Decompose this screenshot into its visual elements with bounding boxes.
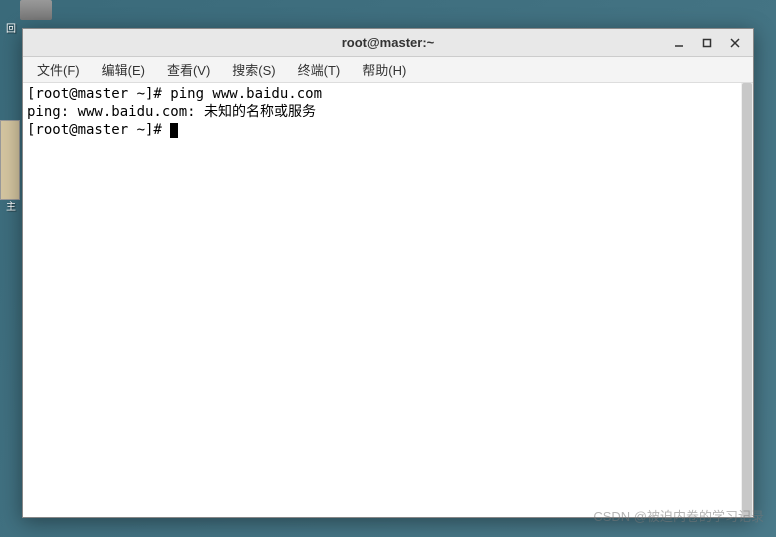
scrollbar-thumb[interactable] <box>742 83 752 517</box>
menu-terminal[interactable]: 终端(T) <box>288 57 351 82</box>
terminal-line: [root@master ~]# <box>27 121 749 139</box>
window-title: root@master:~ <box>342 35 435 50</box>
cursor-icon <box>170 123 178 138</box>
desktop-folder-label: 主 <box>6 198 16 213</box>
maximize-icon <box>702 38 712 48</box>
terminal-body[interactable]: [root@master ~]# ping www.baidu.com ping… <box>23 83 753 517</box>
menu-file[interactable]: 文件(F) <box>27 57 90 82</box>
terminal-line: ping: www.baidu.com: 未知的名称或服务 <box>27 103 749 121</box>
desktop-trash-label: 回 <box>6 20 16 35</box>
minimize-icon <box>674 38 684 48</box>
terminal-prompt: [root@master ~]# <box>27 122 170 138</box>
close-icon <box>730 38 740 48</box>
minimize-button[interactable] <box>665 32 693 54</box>
menu-view[interactable]: 查看(V) <box>157 57 220 82</box>
menu-help[interactable]: 帮助(H) <box>352 57 416 82</box>
desktop-folder-icon[interactable] <box>0 120 20 200</box>
scrollbar[interactable] <box>741 83 753 517</box>
terminal-window: root@master:~ 文件(F) 编辑(E) 查看(V) 搜索(S) 终端… <box>22 28 754 518</box>
window-controls <box>665 32 749 54</box>
desktop-trash-icon[interactable] <box>20 0 52 20</box>
titlebar[interactable]: root@master:~ <box>23 29 753 57</box>
menu-search[interactable]: 搜索(S) <box>222 57 285 82</box>
maximize-button[interactable] <box>693 32 721 54</box>
menu-edit[interactable]: 编辑(E) <box>92 57 155 82</box>
terminal-line: [root@master ~]# ping www.baidu.com <box>27 85 749 103</box>
close-button[interactable] <box>721 32 749 54</box>
menubar: 文件(F) 编辑(E) 查看(V) 搜索(S) 终端(T) 帮助(H) <box>23 57 753 83</box>
